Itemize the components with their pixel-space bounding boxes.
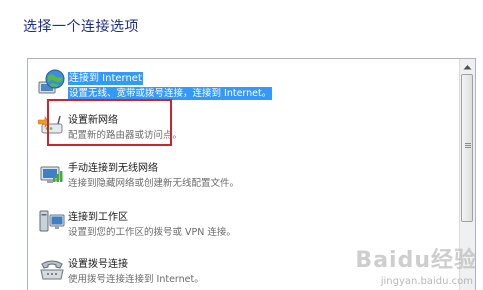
globe-network-icon (38, 68, 66, 96)
option-title: 连接到 Internet (68, 72, 143, 85)
dialup-phone-icon (38, 254, 66, 282)
workplace-computer-icon (38, 207, 66, 235)
option-title: 设置拨号连接 (68, 259, 128, 270)
chevron-up-icon (463, 64, 472, 69)
option-description: 连接到隐藏网络或创建新无线配置文件。 (68, 178, 240, 189)
baidu-watermark-logo: Baidu经验 (355, 248, 477, 273)
option-manual-wireless[interactable]: 手动连接到无线网络 连接到隐藏网络或创建新无线配置文件。 (34, 153, 454, 197)
wireless-monitor-icon (38, 158, 66, 186)
annotation-highlight-box (47, 99, 172, 146)
option-title: 连接到工作区 (68, 212, 128, 223)
watermark-url: jingyan.baidu.com (380, 276, 473, 287)
scroll-up-button[interactable] (460, 59, 475, 74)
connection-options-page: 选择一个连接选项 连接到 Internet 设置无线、宽带或拨号连接，连接到 I… (0, 0, 483, 290)
option-title: 手动连接到无线网络 (68, 163, 158, 174)
scroll-thumb[interactable] (461, 74, 473, 222)
option-connect-workplace[interactable]: 连接到工作区 设置到您的工作区的拨号或 VPN 连接。 (34, 202, 454, 246)
scroll-grip-icon (465, 143, 471, 144)
option-description: 使用拨号连接连接到 Internet。 (68, 274, 204, 285)
page-title: 选择一个连接选项 (23, 19, 139, 35)
option-description: 设置到您的工作区的拨号或 VPN 连接。 (68, 227, 236, 238)
